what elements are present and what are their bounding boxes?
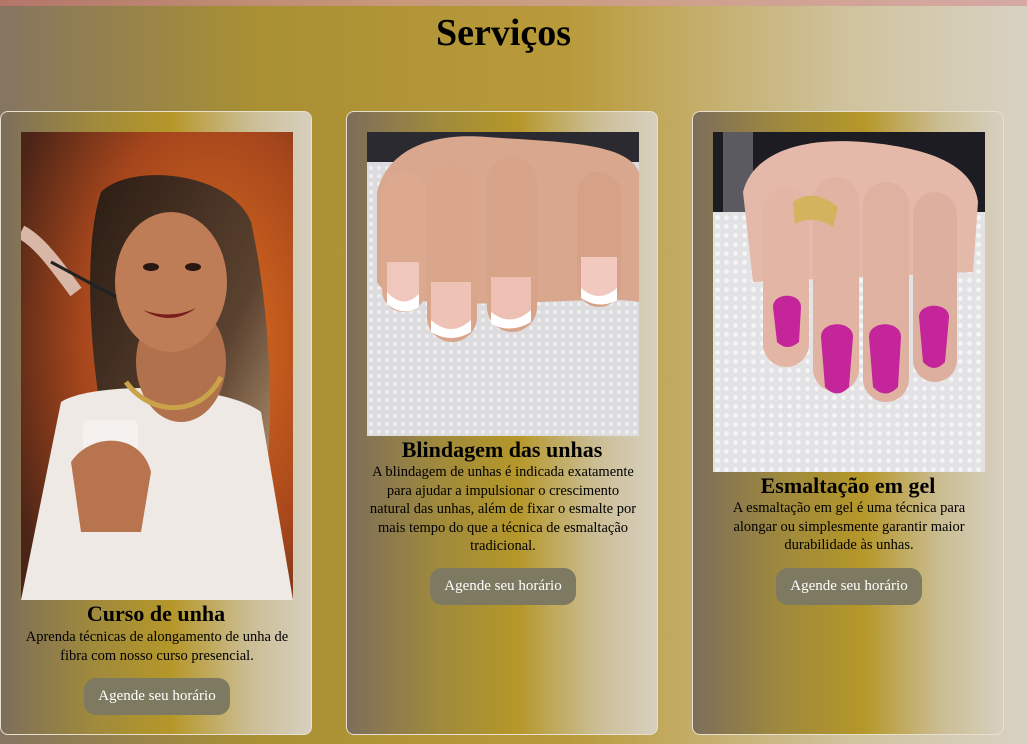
book-appointment-button-esmaltacao[interactable]: Agende seu horário bbox=[776, 568, 922, 605]
service-card-blindagem: Blindagem das unhas A blindagem de unhas… bbox=[346, 111, 658, 735]
service-description-curso: Aprenda técnicas de alongamento de unha … bbox=[25, 629, 289, 664]
service-title-curso: Curso de unha bbox=[86, 601, 226, 626]
service-title-blindagem: Blindagem das unhas bbox=[401, 437, 603, 462]
service-title-esmaltacao: Esmaltação em gel bbox=[760, 473, 936, 498]
book-appointment-button-curso[interactable]: Agende seu horário bbox=[84, 678, 230, 715]
service-description-esmaltacao: A esmaltação em gel é uma técnica para a… bbox=[732, 500, 966, 553]
service-card-curso: Curso de unha Aprenda técnicas de alonga… bbox=[0, 111, 312, 735]
book-appointment-button-blindagem[interactable]: Agende seu horário bbox=[430, 568, 576, 605]
service-description-blindagem: A blindagem de unhas é indicada exatamen… bbox=[369, 464, 637, 554]
service-image-blindagem bbox=[367, 132, 639, 436]
service-image-esmaltacao bbox=[713, 132, 985, 472]
service-image-curso bbox=[21, 132, 293, 600]
page-title: Serviços bbox=[435, 12, 572, 54]
service-card-esmaltacao: Esmaltação em gel A esmaltação em gel é … bbox=[692, 111, 1004, 735]
top-accent-bar bbox=[0, 0, 1027, 6]
